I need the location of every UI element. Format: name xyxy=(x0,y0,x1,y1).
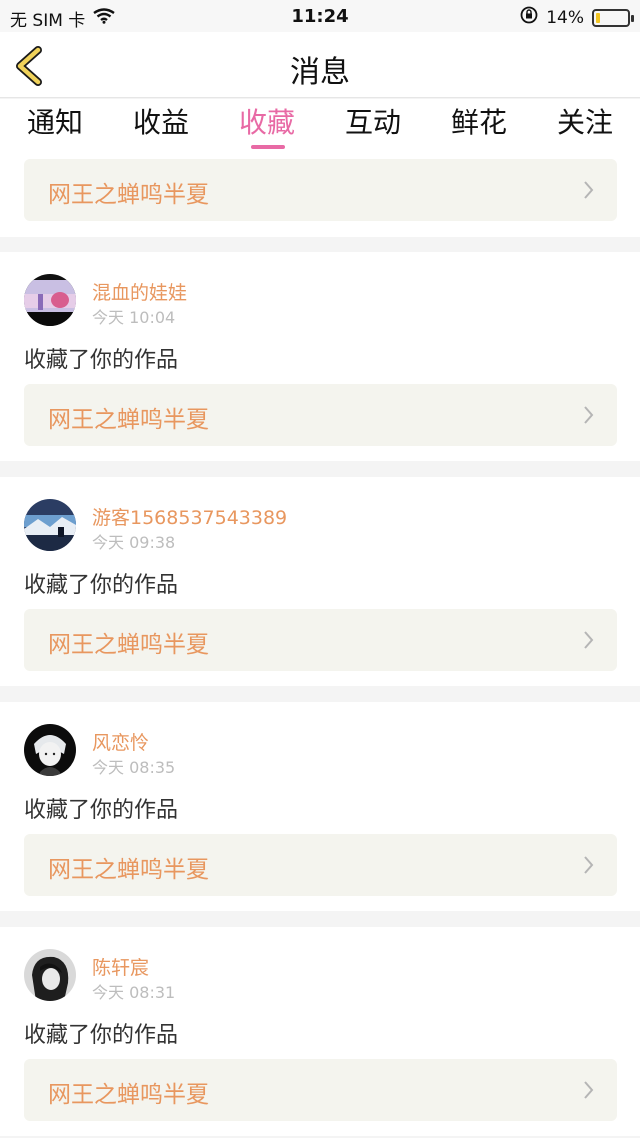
action-text: 收藏了你的作品 xyxy=(24,348,179,373)
chevron-right-icon xyxy=(584,1081,594,1099)
username[interactable]: 陈轩宸 xyxy=(92,953,149,980)
username[interactable]: 混血的娃娃 xyxy=(92,278,187,305)
work-title: 网王之蝉鸣半夏 xyxy=(48,857,209,883)
page-title: 消息 xyxy=(290,55,350,90)
action-text: 收藏了你的作品 xyxy=(24,798,179,823)
work-title: 网王之蝉鸣半夏 xyxy=(48,407,209,433)
timestamp: 今天 09:38 xyxy=(92,533,176,552)
work-link[interactable]: 网王之蝉鸣半夏 xyxy=(24,834,617,896)
chevron-right-icon xyxy=(584,631,594,649)
username[interactable]: 游客1568537543389 xyxy=(92,503,287,530)
tab-favorites[interactable]: 收藏 xyxy=(214,105,320,149)
list-item: 风恋怜 今天 08:35 收藏了你的作品 网王之蝉鸣半夏 xyxy=(0,702,640,911)
orientation-lock-icon xyxy=(520,6,538,29)
avatar[interactable] xyxy=(24,724,76,776)
battery-percent: 14% xyxy=(546,7,584,28)
avatar[interactable] xyxy=(24,499,76,551)
nav-bar: 消息 xyxy=(0,32,640,98)
timestamp: 今天 08:31 xyxy=(92,983,176,1002)
action-text: 收藏了你的作品 xyxy=(24,1023,179,1048)
list-item: 网王之蝉鸣半夏 xyxy=(0,157,640,237)
work-title: 网王之蝉鸣半夏 xyxy=(48,1082,209,1108)
chevron-right-icon xyxy=(584,856,594,874)
work-title: 网王之蝉鸣半夏 xyxy=(48,182,209,208)
tab-label: 收藏 xyxy=(238,106,295,139)
chevron-right-icon xyxy=(584,181,594,199)
status-bar: 无 SIM 卡 11:24 14% xyxy=(0,0,640,32)
tab-notification[interactable]: 通知 xyxy=(2,105,108,149)
list-item: 游客1568537543389 今天 09:38 收藏了你的作品 网王之蝉鸣半夏 xyxy=(0,477,640,686)
action-text: 收藏了你的作品 xyxy=(24,573,179,598)
tab-bar: 通知 收益 收藏 互动 鲜花 关注 xyxy=(0,99,640,157)
avatar[interactable] xyxy=(24,949,76,1001)
active-tab-indicator xyxy=(251,145,285,149)
status-right: 14% xyxy=(520,6,634,29)
timestamp: 今天 08:35 xyxy=(92,758,176,777)
work-title: 网王之蝉鸣半夏 xyxy=(48,632,209,658)
tab-earnings[interactable]: 收益 xyxy=(108,105,214,149)
tab-follow[interactable]: 关注 xyxy=(532,105,638,149)
avatar[interactable] xyxy=(24,274,76,326)
username[interactable]: 风恋怜 xyxy=(92,728,149,755)
tab-label: 收益 xyxy=(132,106,189,139)
work-link[interactable]: 网王之蝉鸣半夏 xyxy=(24,384,617,446)
list-item: 混血的娃娃 今天 10:04 收藏了你的作品 网王之蝉鸣半夏 xyxy=(0,252,640,461)
tab-label: 鲜花 xyxy=(450,106,507,139)
list-item: 陈轩宸 今天 08:31 收藏了你的作品 网王之蝉鸣半夏 xyxy=(0,927,640,1136)
tab-label: 关注 xyxy=(556,106,613,139)
timestamp: 今天 10:04 xyxy=(92,308,176,327)
tab-interaction[interactable]: 互动 xyxy=(320,105,426,149)
tab-label: 互动 xyxy=(344,106,401,139)
tab-flowers[interactable]: 鲜花 xyxy=(426,105,532,149)
work-link[interactable]: 网王之蝉鸣半夏 xyxy=(24,159,617,221)
tab-label: 通知 xyxy=(26,106,83,139)
battery-icon xyxy=(592,8,634,27)
work-link[interactable]: 网王之蝉鸣半夏 xyxy=(24,609,617,671)
chevron-right-icon xyxy=(584,406,594,424)
work-link[interactable]: 网王之蝉鸣半夏 xyxy=(24,1059,617,1121)
